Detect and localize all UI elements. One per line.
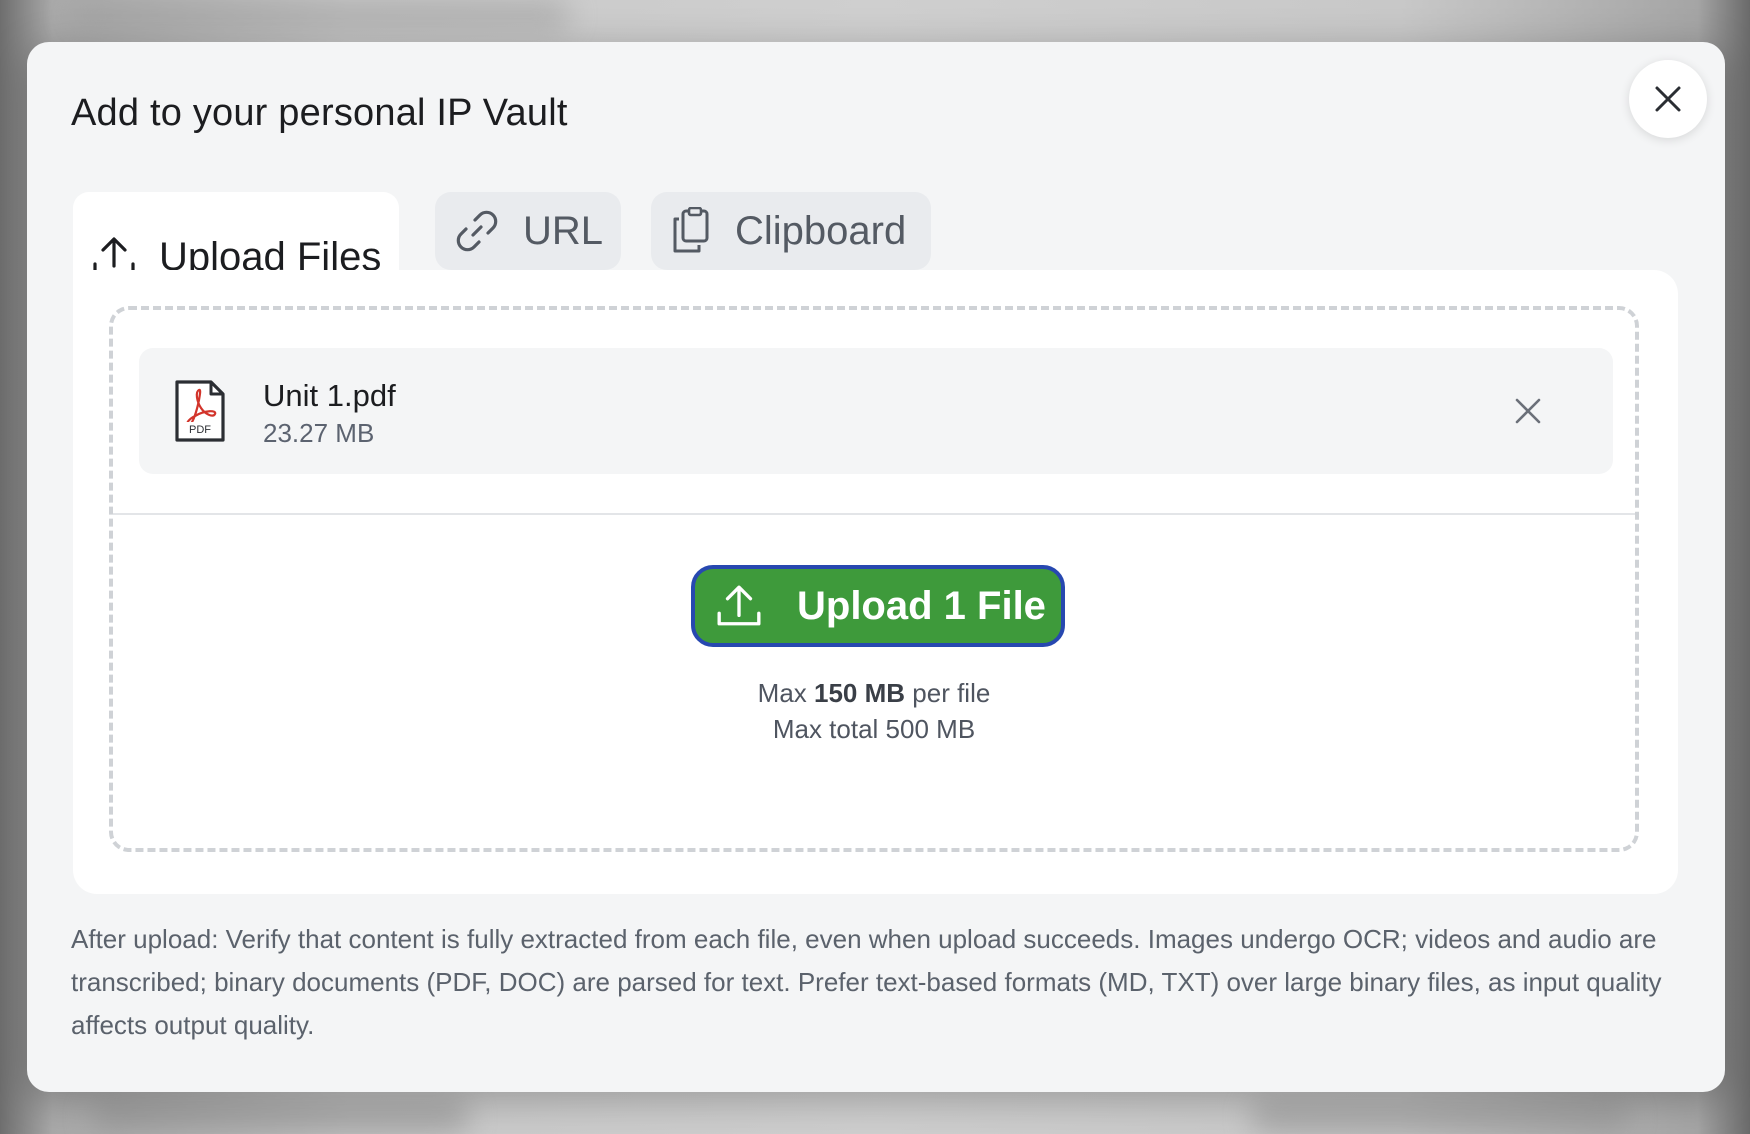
pdf-file-icon: PDF: [173, 378, 227, 449]
list-item: PDF Unit 1.pdf 23.27 MB: [139, 348, 1613, 474]
tab-clipboard[interactable]: Clipboard: [651, 192, 931, 270]
total-limit: Max total 500 MB: [772, 714, 976, 744]
divider: [113, 513, 1635, 515]
close-dialog-button[interactable]: [1629, 60, 1707, 138]
upload-button-label: Upload 1 File: [797, 583, 1046, 628]
upload-files-button[interactable]: Upload 1 File: [691, 565, 1065, 647]
file-size: 23.27 MB: [263, 418, 375, 448]
per-file-limit-prefix: Max: [757, 678, 815, 708]
remove-file-button[interactable]: [1503, 386, 1553, 436]
clipboard-icon: [673, 207, 709, 253]
dialog-title: Add to your personal IP Vault: [71, 92, 568, 134]
backdrop: [70, 0, 570, 30]
upload-help-note: After upload: Verify that content is ful…: [71, 924, 1662, 1040]
upload-icon: [717, 585, 761, 626]
per-file-limit-value: 150 MB: [814, 678, 906, 708]
upload-panel: PDF Unit 1.pdf 23.27 MB Upload 1 File Ma…: [73, 270, 1678, 894]
link-icon: [456, 210, 498, 252]
file-name: Unit 1.pdf: [263, 378, 396, 413]
backdrop: [1250, 1100, 1630, 1134]
per-file-limit: Max 150 MB per file: [113, 678, 1635, 709]
tab-url-label: URL: [523, 208, 604, 253]
backdrop: [90, 1100, 470, 1134]
tab-clipboard-label: Clipboard: [735, 208, 907, 253]
tab-url[interactable]: URL: [435, 192, 621, 270]
close-icon: [1515, 398, 1541, 424]
close-icon: [1655, 86, 1681, 112]
per-file-limit-suffix: per file: [905, 678, 991, 708]
svg-text:PDF: PDF: [189, 424, 211, 436]
add-to-vault-dialog: Add to your personal IP Vault Upload Fil…: [27, 42, 1725, 1092]
file-dropzone[interactable]: PDF Unit 1.pdf 23.27 MB Upload 1 File Ma…: [109, 306, 1639, 852]
